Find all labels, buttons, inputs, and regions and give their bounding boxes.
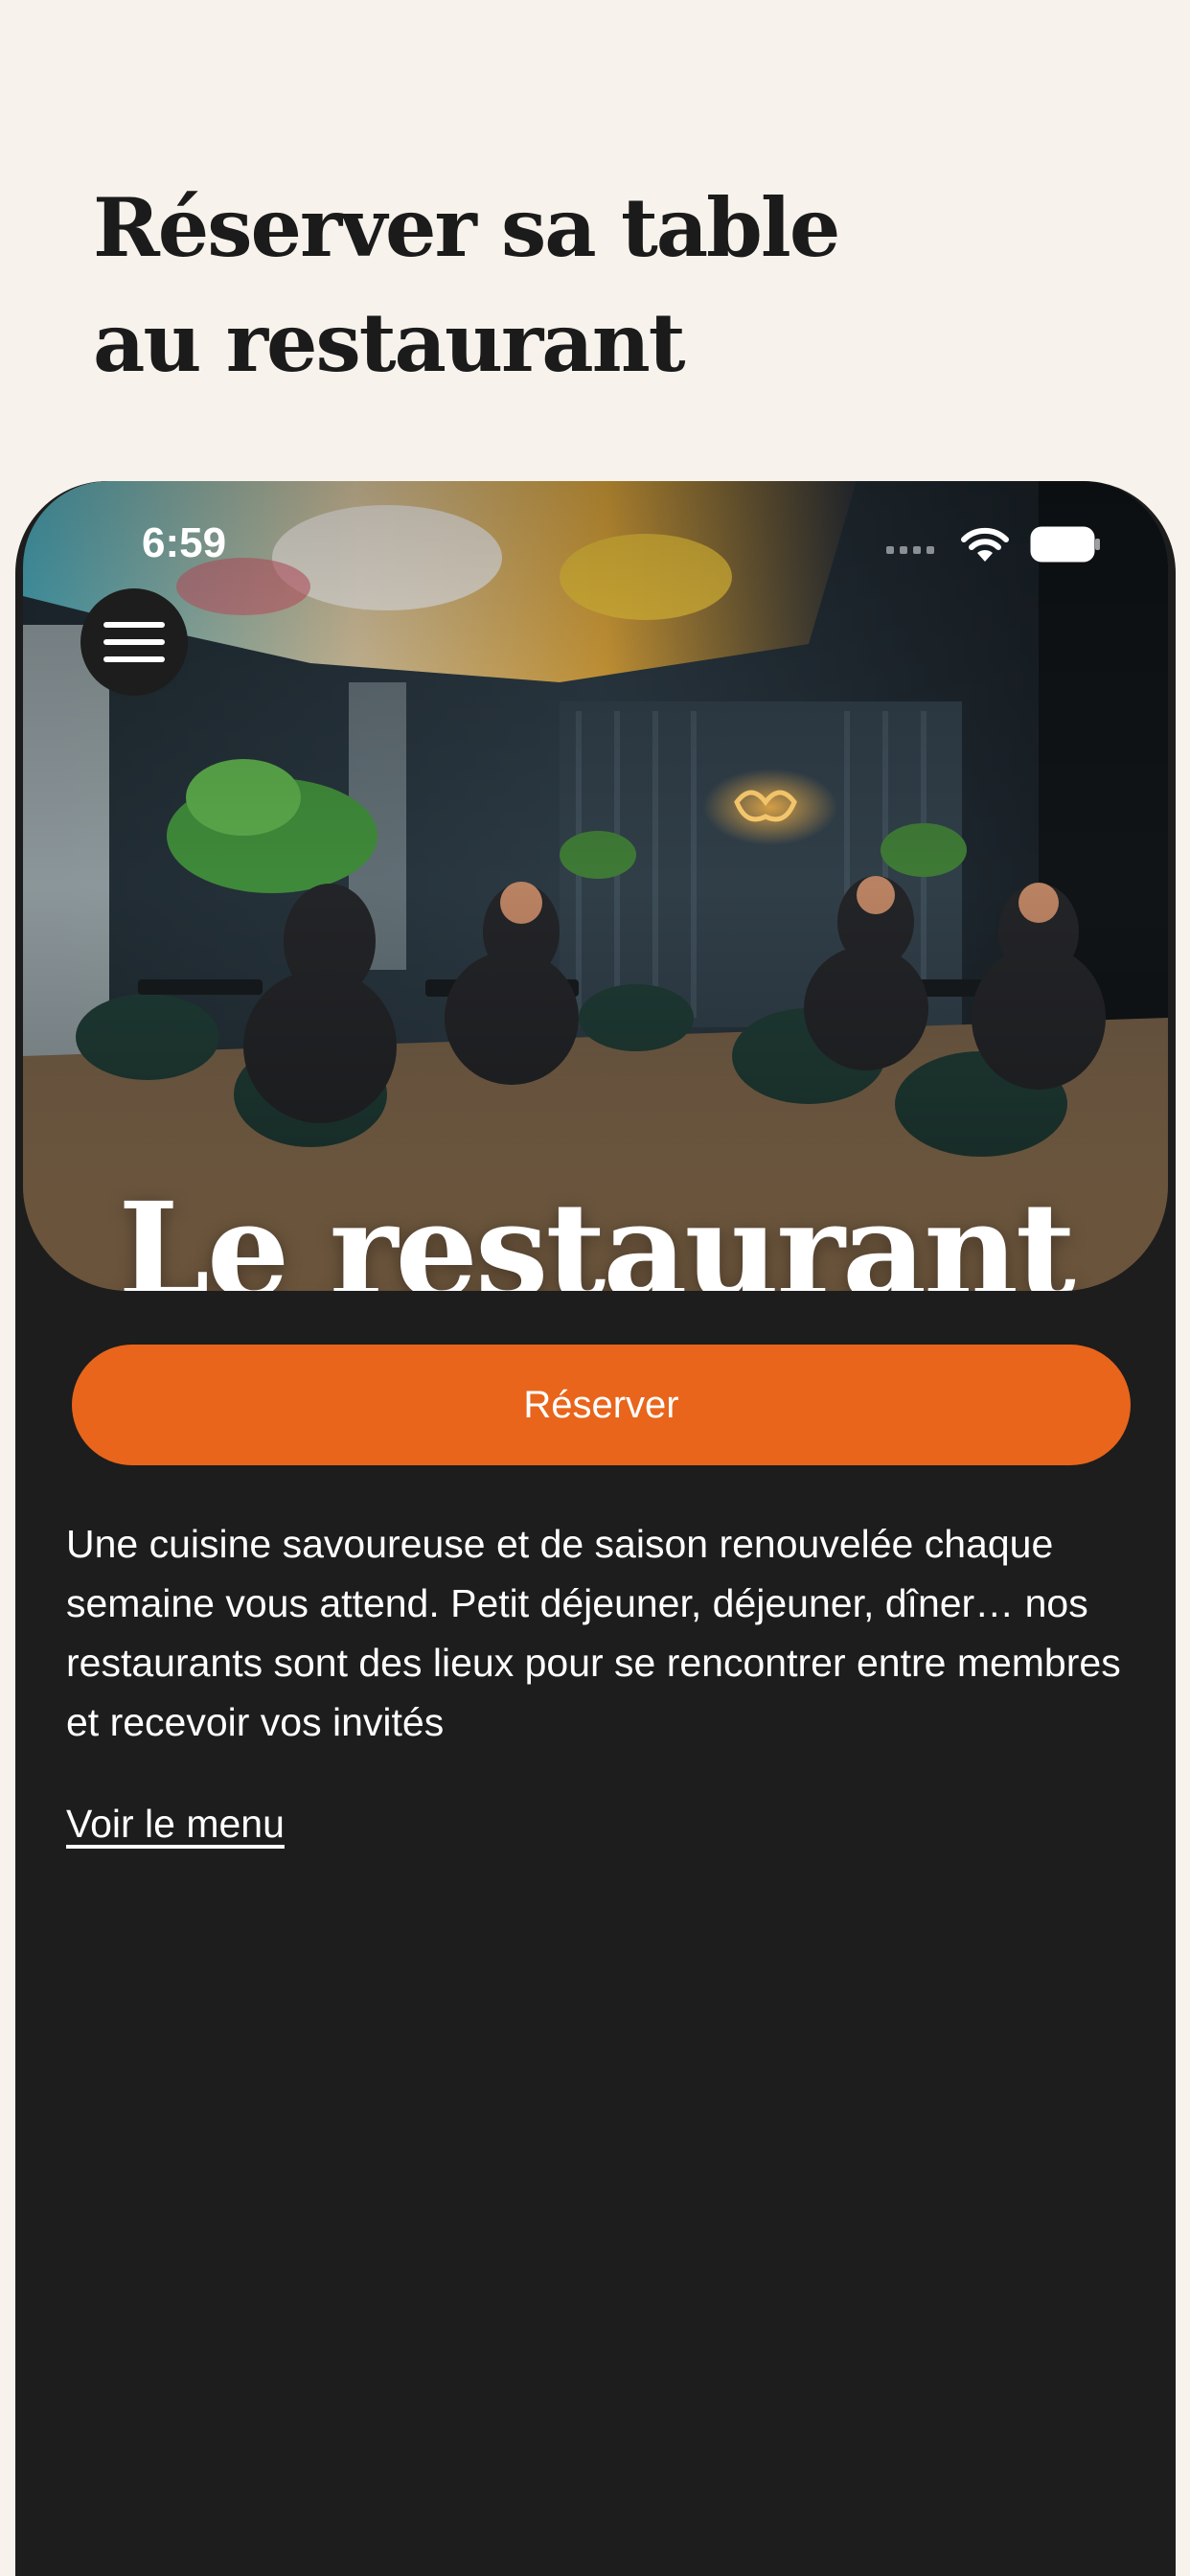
wifi-icon	[961, 527, 1009, 562]
hero-title: Le restaurant	[118, 1173, 1076, 1291]
page-title-line-1: Réserver sa table	[93, 180, 840, 275]
battery-icon	[1030, 526, 1100, 563]
hamburger-menu-button[interactable]	[80, 588, 188, 696]
hamburger-menu-icon	[103, 622, 165, 628]
status-bar: 6:59	[23, 481, 1168, 606]
reserve-button[interactable]: Réserver	[72, 1345, 1131, 1465]
hero-section: 6:59 Le restaurant	[23, 481, 1168, 1291]
cellular-signal-icon	[886, 546, 934, 554]
page-title: Réserver sa table au restaurant	[93, 171, 1051, 401]
status-icons	[886, 525, 1101, 564]
phone-screen: 6:59 Le restaurant Réserver Une cuisine …	[15, 481, 1176, 2576]
page-title-line-2: au restaurant	[93, 295, 686, 390]
page-header: Réserver sa table au restaurant	[93, 171, 1051, 401]
status-time: 6:59	[142, 519, 227, 566]
view-menu-link[interactable]: Voir le menu	[66, 1794, 285, 1853]
restaurant-description: Une cuisine savoureuse et de saison reno…	[66, 1522, 1121, 1744]
